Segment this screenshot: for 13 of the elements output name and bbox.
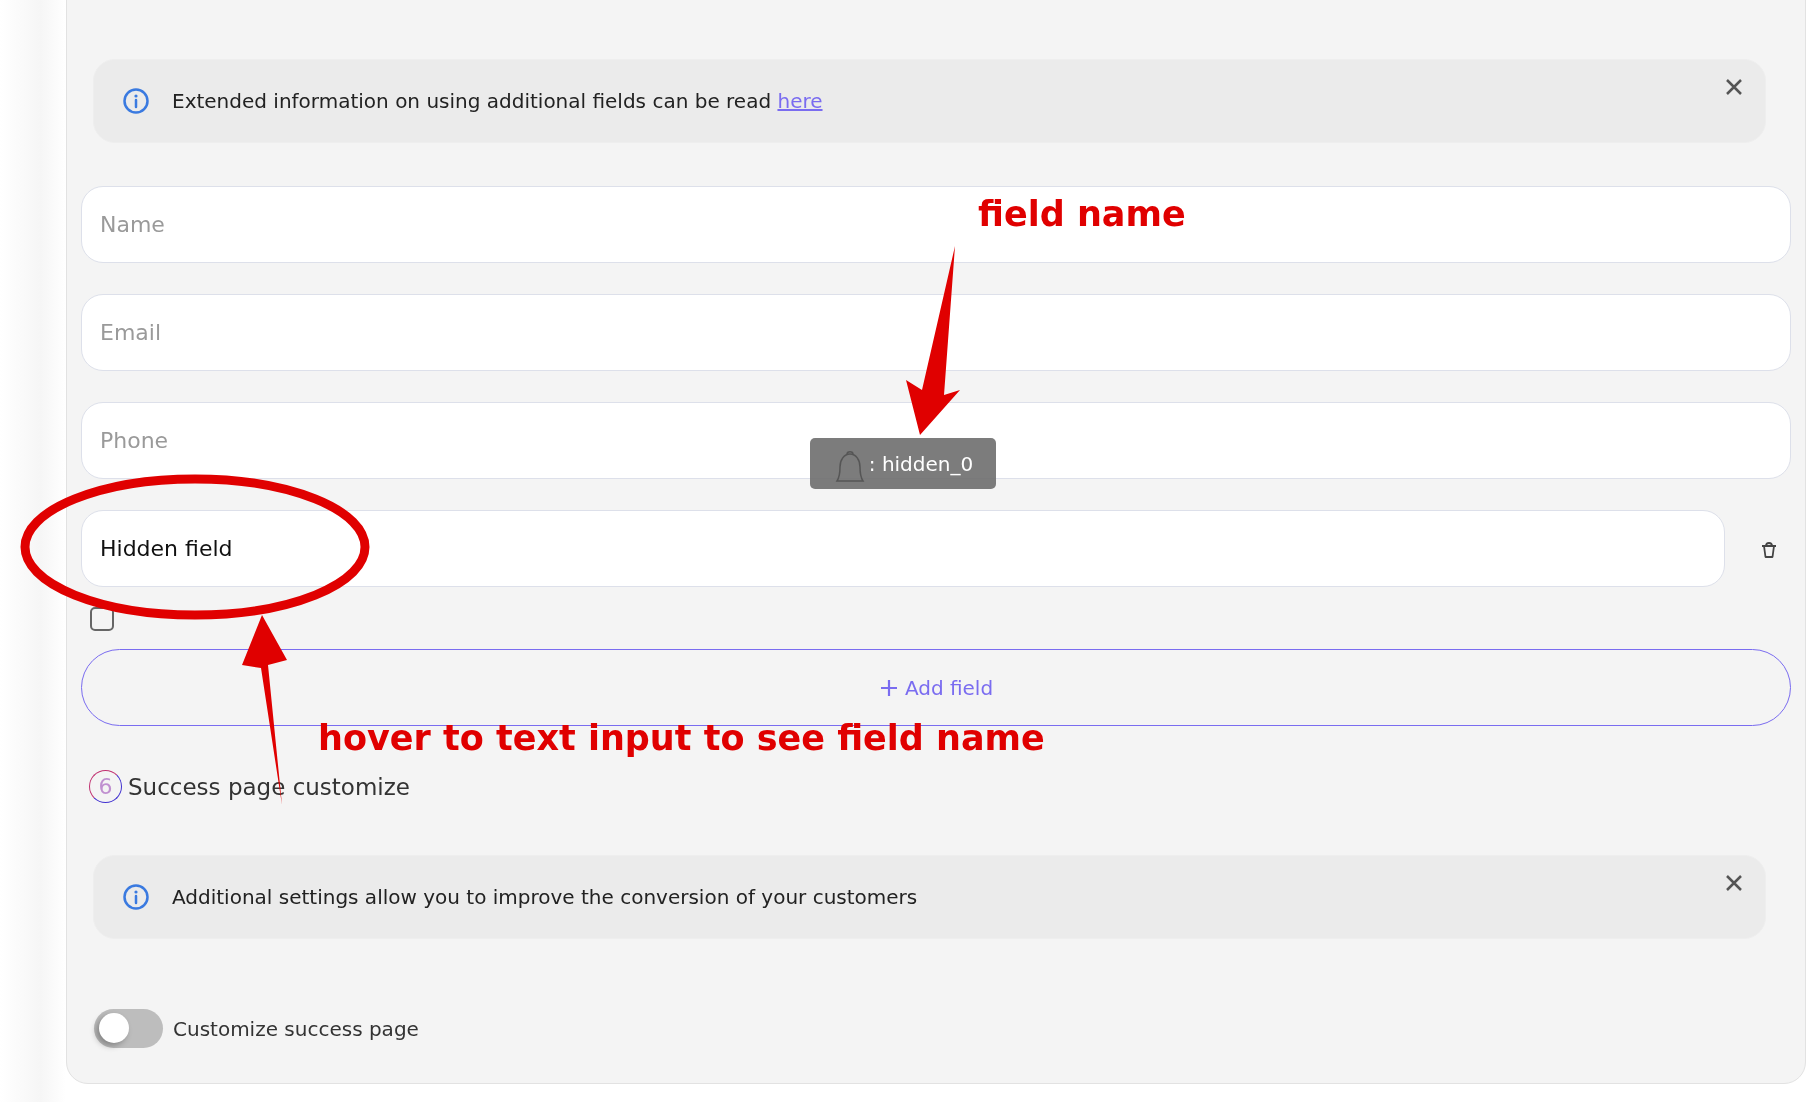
required-checkbox[interactable] <box>90 607 114 631</box>
toggle-label: Customize success page <box>173 1016 419 1041</box>
info-icon <box>122 87 150 115</box>
tooltip-text: : hidden_0 <box>868 451 974 476</box>
text-field[interactable]: Email <box>81 294 1791 371</box>
toggle-switch[interactable] <box>94 1009 163 1048</box>
annotation-text: field name <box>978 194 1186 234</box>
info-icon <box>122 883 150 911</box>
info-text: Additional settings allow you to improve the conversion of your customers <box>172 885 918 909</box>
info-text: Extended information on using additional fields can be read here <box>172 89 823 113</box>
here-link[interactable]: here <box>777 89 823 113</box>
plus-icon <box>878 677 899 698</box>
text-field[interactable]: Hidden field <box>81 510 1725 587</box>
